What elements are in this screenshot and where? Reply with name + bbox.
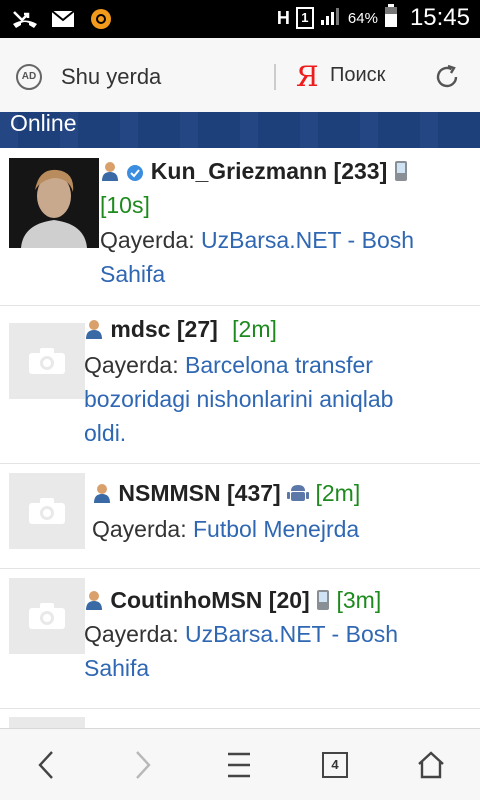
last-seen-time: [3m] <box>336 587 382 613</box>
tab-count-badge: 4 <box>322 752 348 778</box>
user-icon <box>92 479 112 513</box>
username-link[interactable]: Kun_Griezmann [233] <box>151 158 387 184</box>
camera-icon <box>29 603 65 629</box>
last-seen-time: [2m] <box>232 316 277 342</box>
tabs-button[interactable]: 4 <box>317 747 353 783</box>
forward-button[interactable] <box>125 747 161 783</box>
location-link[interactable]: Futbol Menejrda <box>193 516 359 542</box>
last-seen-time: [2m] <box>315 480 361 506</box>
list-item: Kun_Griezmann [233] [10s] Qayerda: UzBar… <box>0 148 480 306</box>
ad-block-icon[interactable]: AD <box>16 64 42 90</box>
user-avatar[interactable] <box>9 158 99 248</box>
camera-icon <box>29 348 65 374</box>
status-bar: H 1 64% 15:45 <box>0 0 480 38</box>
notification-icon <box>88 6 114 32</box>
username-link[interactable]: NSMMSN [437] <box>118 480 280 506</box>
section-title: Online <box>10 112 77 136</box>
address-divider <box>274 64 276 90</box>
location-link-cont[interactable]: Sahifa <box>84 655 149 681</box>
location-line: Qayerda: UzBarsa.NET - Bosh <box>100 223 414 257</box>
where-label: Qayerda: <box>84 352 179 378</box>
list-item: mdsc [27] [2m] Qayerda: Barcelona transf… <box>0 306 480 464</box>
location-link[interactable]: UzBarsa.NET - Bosh <box>201 227 414 253</box>
location-line: Qayerda: Futbol Menejrda <box>92 512 359 546</box>
menu-button[interactable] <box>221 747 257 783</box>
list-item <box>0 709 480 729</box>
username-link[interactable]: mdsc [27] <box>110 316 217 342</box>
location-link[interactable]: Barcelona transfer <box>185 352 373 378</box>
last-seen-time: [10s] <box>100 192 150 218</box>
online-section-header: Online <box>0 112 480 148</box>
mail-icon <box>50 6 76 32</box>
verified-icon <box>126 157 144 191</box>
mobile-phone-icon <box>394 157 408 191</box>
location-link-cont[interactable]: oldi. <box>84 420 126 446</box>
where-label: Qayerda: <box>92 516 187 542</box>
where-label: Qayerda: <box>84 621 179 647</box>
battery-icon <box>384 4 398 32</box>
username-link[interactable]: CoutinhoMSN [20] <box>110 587 309 613</box>
android-icon <box>287 479 310 513</box>
user-header: NSMMSN [437] [2m] <box>92 476 360 513</box>
user-header: CoutinhoMSN [20] [3m] <box>84 583 381 620</box>
location-line: Qayerda: UzBarsa.NET - Bosh <box>84 617 398 651</box>
location-line-continued: bozoridagi nishonlarini aniqlab <box>84 382 393 416</box>
chevron-right-icon <box>136 751 151 779</box>
user-header: Kun_Griezmann [233] <box>100 154 408 191</box>
user-avatar-placeholder[interactable] <box>9 473 85 549</box>
yandex-logo-icon[interactable]: Я <box>296 60 319 93</box>
list-item: CoutinhoMSN [20] [3m] Qayerda: UzBarsa.N… <box>0 569 480 709</box>
user-avatar-placeholder[interactable] <box>9 578 85 654</box>
location-link-cont[interactable]: Sahifa <box>100 261 165 287</box>
location-line-continued: Sahifa <box>100 257 165 291</box>
mobile-phone-icon <box>316 586 330 620</box>
list-item: NSMMSN [437] [2m] Qayerda: Futbol Menejr… <box>0 464 480 569</box>
user-avatar-placeholder[interactable] <box>9 323 85 399</box>
search-button[interactable]: Поиск <box>330 64 385 87</box>
home-icon <box>418 751 444 779</box>
chevron-left-icon <box>38 751 53 779</box>
clock: 15:45 <box>409 4 470 31</box>
sim-slot-icon: 1 <box>295 7 314 29</box>
user-header: mdsc [27] [2m] <box>84 312 277 349</box>
signal-icon <box>320 6 342 30</box>
home-button[interactable] <box>413 747 449 783</box>
location-line-continued: oldi. <box>84 416 126 450</box>
location-line-continued: Sahifa <box>84 651 149 685</box>
camera-icon <box>29 498 65 524</box>
user-icon <box>84 586 104 620</box>
browser-address-bar: AD Shu yerda Я Поиск <box>0 38 480 114</box>
location-line: Qayerda: Barcelona transfer <box>84 348 373 382</box>
reload-icon[interactable] <box>433 63 461 91</box>
battery-percent: 64% <box>347 9 378 27</box>
user-icon <box>100 157 120 191</box>
address-field[interactable]: Shu yerda <box>61 64 161 90</box>
where-label: Qayerda: <box>100 227 195 253</box>
back-button[interactable] <box>28 747 64 783</box>
location-link-cont[interactable]: bozoridagi nishonlarini aniqlab <box>84 386 393 412</box>
missed-call-icon <box>12 6 38 32</box>
location-link[interactable]: UzBarsa.NET - Bosh <box>185 621 398 647</box>
network-type-icon: H <box>276 7 290 28</box>
browser-bottom-nav: 4 <box>0 728 480 800</box>
menu-icon <box>228 752 250 778</box>
user-icon <box>84 315 104 349</box>
